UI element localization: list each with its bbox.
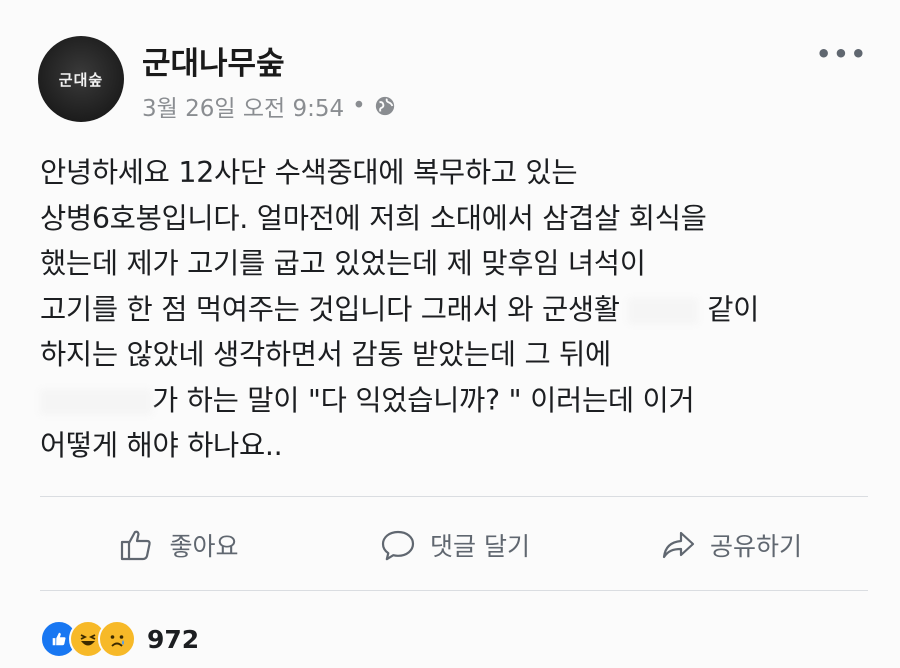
share-icon <box>662 531 695 559</box>
post-line: 상병6호봉입니다. 얼마전에 저희 소대에서 삼겹살 회식을 <box>40 201 707 235</box>
post-line: 안녕하세요 12사단 수색중대에 복무하고 있는 <box>40 156 578 189</box>
comment-button[interactable]: 댓글 달기 <box>316 525 592 565</box>
post-meta: 3월 26일 오전 9:54 • <box>142 89 396 123</box>
post-body: 안녕하세요 12사단 수색중대에 복무하고 있는 상병6호봉입니다. 얼마전에 … <box>40 150 880 469</box>
reactions-summary[interactable]: 972 <box>40 614 199 664</box>
page-name-link[interactable]: 군대나무숲 <box>142 38 285 83</box>
post-line-text: 고기를 한 점 먹여주는 것입니다 그래서 와 군생활 <box>40 292 620 326</box>
facebook-post: 군대숲 군대나무숲 3월 26일 오전 9:54 • ••• 안녕하세요 12사… <box>0 0 900 668</box>
post-line-with-redaction: 고기를 한 점 먹여주는 것입니다 그래서 와 군생활 같이 <box>40 287 880 333</box>
divider <box>40 496 868 497</box>
comment-label: 댓글 달기 <box>430 532 530 561</box>
sad-reaction-icon <box>98 620 136 658</box>
page-avatar[interactable]: 군대숲 <box>38 36 124 122</box>
post-line-text: 같이 <box>707 292 760 326</box>
globe-icon <box>375 96 394 116</box>
redacted-text <box>628 297 699 324</box>
comment-icon <box>381 530 415 561</box>
post-timestamp[interactable]: 3월 26일 오전 9:54 <box>142 89 344 123</box>
post-header: 군대숲 군대나무숲 3월 26일 오전 9:54 • ••• <box>38 36 868 126</box>
thumbs-up-icon <box>121 530 152 561</box>
avatar-text: 군대숲 <box>58 70 104 89</box>
post-line: 어떻게 해야 하나요.. <box>40 429 283 462</box>
post-line: 하지는 않았네 생각하면서 감동 받았는데 그 뒤에 <box>40 338 611 371</box>
post-line-text: 가 하는 말이 "다 익었습니까? " 이러는데 이거 <box>152 383 695 417</box>
post-line-with-redaction: 가 하는 말이 "다 익었습니까? " 이러는데 이거 <box>40 378 880 424</box>
reaction-count[interactable]: 972 <box>147 625 199 654</box>
post-line: 했는데 제가 고기를 굽고 있었는데 제 맞후임 녀석이 <box>40 247 646 280</box>
share-label: 공유하기 <box>709 532 802 561</box>
share-button[interactable]: 공유하기 <box>592 525 868 565</box>
redacted-text <box>40 388 152 415</box>
action-bar: 좋아요 댓글 달기 공유하기 <box>40 512 868 578</box>
like-button[interactable]: 좋아요 <box>40 525 316 565</box>
more-options-icon[interactable]: ••• <box>816 40 868 68</box>
meta-separator: • <box>352 93 366 119</box>
divider <box>40 590 868 591</box>
like-label: 좋아요 <box>169 532 239 561</box>
